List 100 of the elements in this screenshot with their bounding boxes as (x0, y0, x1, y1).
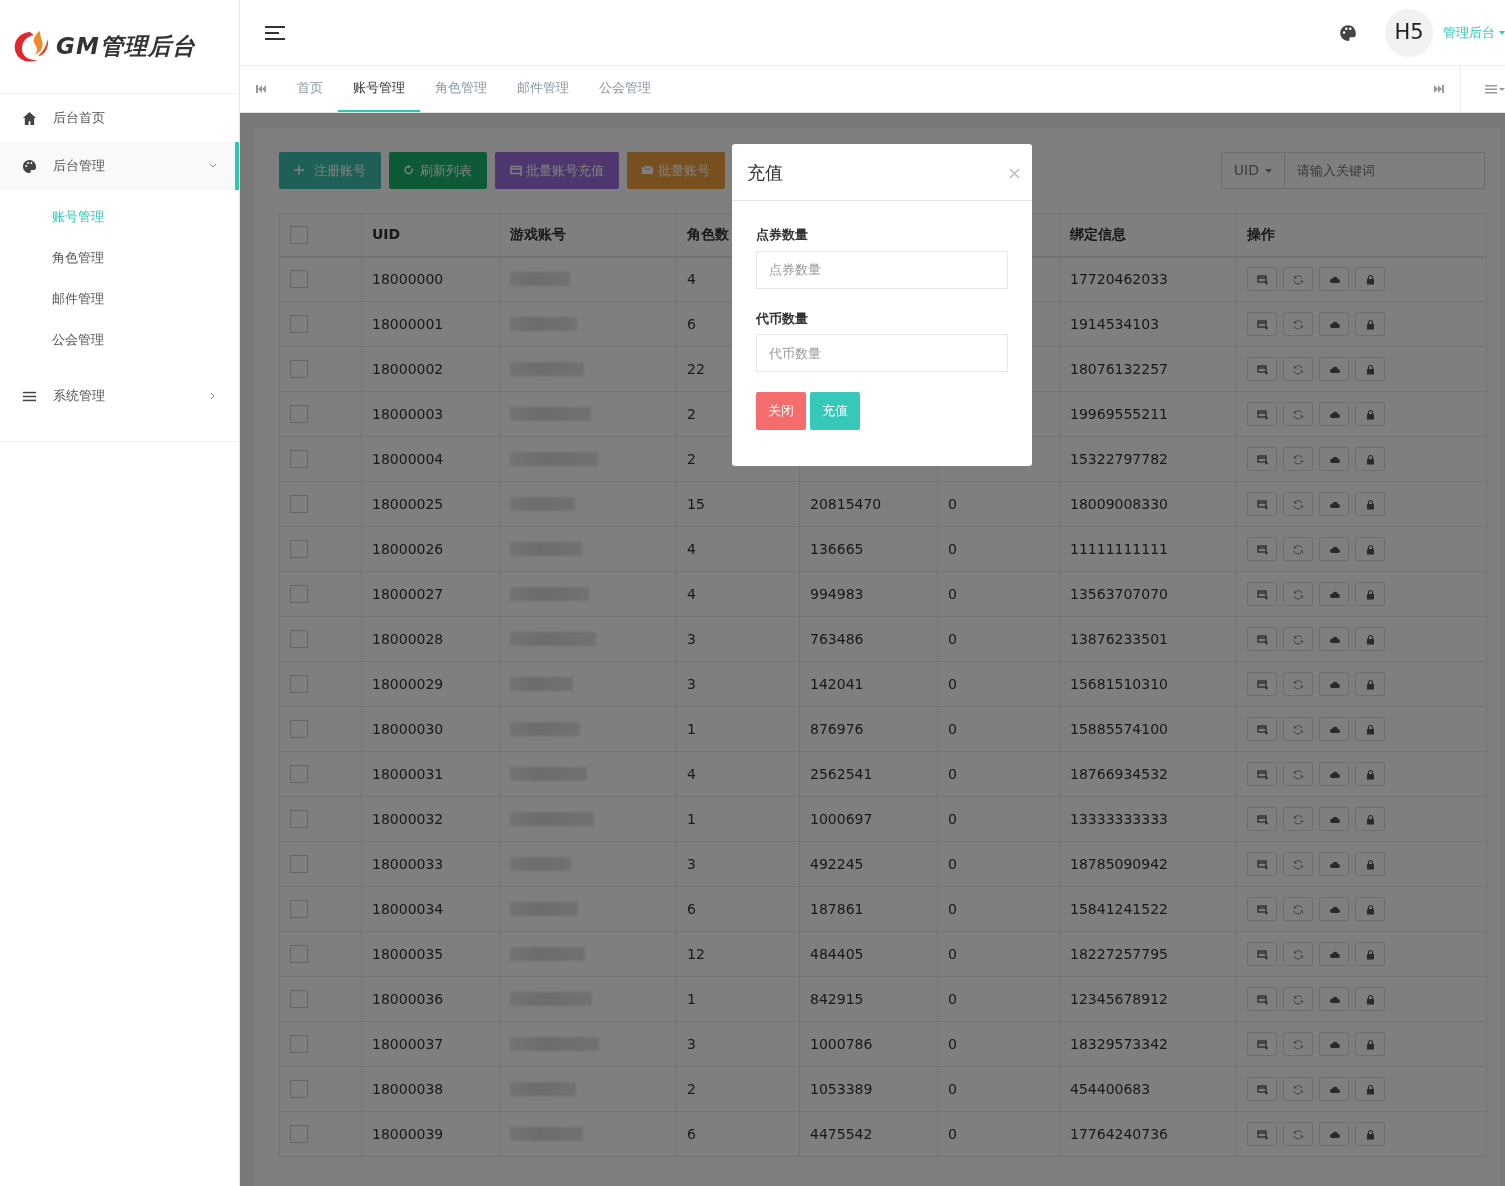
action-button[interactable] (1319, 987, 1349, 1011)
checkbox[interactable] (290, 315, 308, 333)
action-button[interactable] (1283, 492, 1313, 516)
checkbox[interactable] (290, 720, 308, 738)
search-field[interactable]: 请输入关键词 (1285, 152, 1485, 189)
action-button[interactable] (1355, 987, 1385, 1011)
action-button[interactable] (1355, 672, 1385, 696)
action-button[interactable] (1319, 1122, 1349, 1146)
action-button[interactable] (1247, 1122, 1277, 1146)
action-button[interactable] (1247, 582, 1277, 606)
input-field[interactable]: 代币数量 (756, 334, 1008, 372)
action-button[interactable] (1355, 447, 1385, 471)
action-button[interactable] (1283, 1122, 1313, 1146)
action-button[interactable] (1247, 627, 1277, 651)
action-button[interactable] (1283, 717, 1313, 741)
action-button[interactable] (1283, 807, 1313, 831)
checkbox[interactable] (290, 855, 308, 873)
action-button[interactable] (1355, 717, 1385, 741)
action-button[interactable] (1283, 672, 1313, 696)
action-button[interactable] (1319, 357, 1349, 381)
sidebar-item[interactable]: 后台管理 (0, 142, 239, 190)
close-button[interactable]: 关闭 (756, 392, 806, 430)
action-button[interactable] (1319, 1077, 1349, 1101)
action-button[interactable] (1355, 357, 1385, 381)
field-dropdown[interactable]: UID (1220, 152, 1285, 189)
checkbox[interactable] (290, 360, 308, 378)
action-button[interactable] (1247, 447, 1277, 471)
action-button[interactable] (1283, 1077, 1313, 1101)
action-button[interactable] (1319, 537, 1349, 561)
action-button[interactable] (1355, 582, 1385, 606)
submenu-item[interactable]: 公会管理 (0, 319, 239, 360)
sidebar-item[interactable]: 后台首页 (0, 94, 239, 142)
checkbox[interactable] (290, 900, 308, 918)
action-button[interactable] (1319, 852, 1349, 876)
action-button[interactable] (1319, 492, 1349, 516)
submenu-item[interactable]: 角色管理 (0, 237, 239, 278)
sidebar-item[interactable]: 系统管理 (0, 372, 239, 420)
action-button[interactable] (1247, 267, 1277, 292)
checkbox[interactable] (290, 630, 308, 648)
checkbox[interactable] (290, 585, 308, 603)
tab-menu-icon[interactable] (1485, 84, 1505, 94)
action-button[interactable] (1247, 1032, 1277, 1056)
action-button[interactable] (1247, 312, 1277, 336)
checkbox[interactable] (290, 495, 308, 513)
action-button[interactable] (1355, 942, 1385, 966)
menu-icon[interactable] (264, 24, 286, 41)
action-button[interactable] (1247, 1077, 1277, 1101)
action-button[interactable] (1283, 312, 1313, 336)
action-button[interactable] (1319, 312, 1349, 336)
checkbox[interactable] (290, 810, 308, 828)
palette-icon[interactable] (1339, 23, 1357, 42)
action-button[interactable] (1355, 402, 1385, 426)
action-button[interactable] (1319, 267, 1349, 292)
action-button[interactable] (1355, 852, 1385, 876)
checkbox[interactable] (290, 1035, 308, 1053)
action-button[interactable] (1283, 582, 1313, 606)
action-button[interactable] (1319, 762, 1349, 786)
checkbox[interactable] (290, 945, 308, 963)
action-button[interactable] (1247, 897, 1277, 921)
action-button[interactable] (1319, 897, 1349, 921)
action-button[interactable] (1319, 942, 1349, 966)
action-button[interactable] (1355, 897, 1385, 921)
toolbar-button[interactable]: 刷新列表 (389, 152, 487, 189)
submenu-item[interactable]: 账号管理 (0, 196, 239, 237)
checkbox[interactable] (290, 1125, 308, 1143)
action-button[interactable] (1283, 762, 1313, 786)
tab[interactable]: 邮件管理 (502, 66, 584, 112)
action-button[interactable] (1247, 537, 1277, 561)
action-button[interactable] (1319, 627, 1349, 651)
action-button[interactable] (1247, 717, 1277, 741)
checkbox[interactable] (290, 675, 308, 693)
action-button[interactable] (1247, 357, 1277, 381)
action-button[interactable] (1247, 807, 1277, 831)
action-button[interactable] (1319, 672, 1349, 696)
submit-button[interactable]: 充值 (810, 392, 860, 430)
action-button[interactable] (1319, 402, 1349, 426)
action-button[interactable] (1283, 942, 1313, 966)
action-button[interactable] (1355, 627, 1385, 651)
action-button[interactable] (1319, 447, 1349, 471)
action-button[interactable] (1355, 1077, 1385, 1101)
action-button[interactable] (1247, 987, 1277, 1011)
action-button[interactable] (1283, 447, 1313, 471)
avatar[interactable]: H5 (1385, 8, 1433, 57)
action-button[interactable] (1247, 942, 1277, 966)
action-button[interactable] (1283, 627, 1313, 651)
action-button[interactable] (1247, 672, 1277, 696)
submenu-item[interactable]: 邮件管理 (0, 278, 239, 319)
action-button[interactable] (1355, 267, 1385, 292)
action-button[interactable] (1355, 537, 1385, 561)
action-button[interactable] (1247, 402, 1277, 426)
action-button[interactable] (1283, 852, 1313, 876)
skip-forward-icon[interactable] (1434, 85, 1444, 93)
checkbox[interactable] (290, 450, 308, 468)
action-button[interactable] (1355, 312, 1385, 336)
checkbox[interactable] (290, 540, 308, 558)
tab[interactable]: 账号管理 (338, 66, 420, 112)
action-button[interactable] (1283, 897, 1313, 921)
action-button[interactable] (1355, 492, 1385, 516)
user-menu[interactable]: 管理后台 (1443, 22, 1495, 43)
action-button[interactable] (1247, 852, 1277, 876)
